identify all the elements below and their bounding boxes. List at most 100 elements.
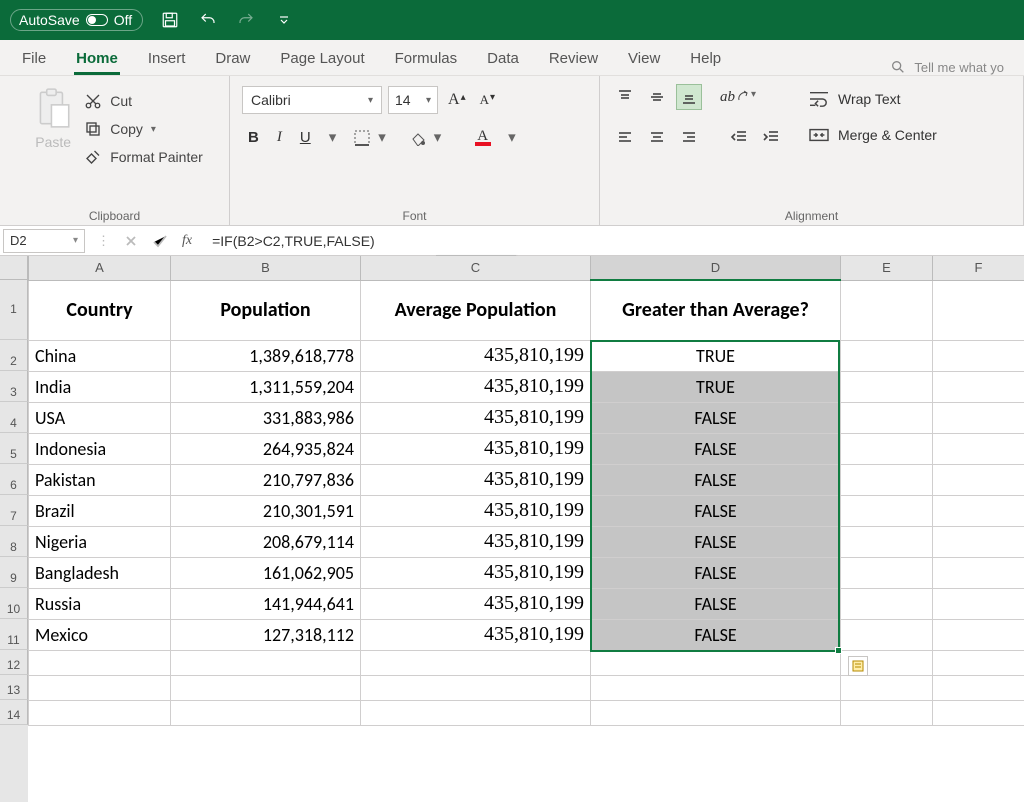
cell[interactable]: FALSE bbox=[591, 588, 841, 619]
cell[interactable] bbox=[841, 464, 933, 495]
increase-font-icon[interactable]: A▴ bbox=[444, 91, 470, 109]
tab-help[interactable]: Help bbox=[688, 42, 723, 75]
col-header[interactable]: B bbox=[171, 256, 361, 280]
cell[interactable] bbox=[933, 495, 1024, 526]
autofill-options-button[interactable] bbox=[848, 656, 868, 676]
cell[interactable]: 435,810,199 bbox=[361, 619, 591, 650]
cell[interactable]: 1,311,559,204 bbox=[171, 371, 361, 402]
row-header[interactable]: 13 bbox=[0, 675, 28, 700]
cell[interactable]: 435,810,199 bbox=[361, 464, 591, 495]
fx-icon[interactable]: fx bbox=[182, 233, 192, 249]
tab-page-layout[interactable]: Page Layout bbox=[278, 42, 366, 75]
select-all-corner[interactable] bbox=[0, 256, 28, 280]
cell[interactable] bbox=[933, 557, 1024, 588]
format-painter-button[interactable]: Format Painter bbox=[84, 148, 203, 166]
undo-icon[interactable] bbox=[197, 9, 219, 31]
bold-button[interactable]: B bbox=[242, 129, 265, 146]
cell[interactable]: 435,810,199 bbox=[361, 495, 591, 526]
cell[interactable] bbox=[933, 650, 1024, 675]
cell[interactable]: China bbox=[29, 340, 171, 371]
increase-indent-button[interactable] bbox=[758, 124, 784, 150]
cell[interactable] bbox=[841, 526, 933, 557]
row-header[interactable]: 11 bbox=[0, 619, 28, 650]
cell[interactable]: India bbox=[29, 371, 171, 402]
cell[interactable]: Nigeria bbox=[29, 526, 171, 557]
col-header[interactable]: F bbox=[933, 256, 1024, 280]
cell[interactable] bbox=[29, 675, 171, 700]
cell[interactable] bbox=[841, 675, 933, 700]
cell[interactable] bbox=[361, 650, 591, 675]
align-middle-button[interactable] bbox=[644, 84, 670, 110]
cell[interactable] bbox=[933, 371, 1024, 402]
wrap-text-button[interactable]: Wrap Text bbox=[808, 90, 937, 108]
cell[interactable]: 264,935,824 bbox=[171, 433, 361, 464]
cell[interactable] bbox=[361, 700, 591, 725]
cell[interactable]: 208,679,114 bbox=[171, 526, 361, 557]
font-name-combo[interactable]: Calibri▾ bbox=[242, 86, 382, 114]
name-box[interactable]: D2 ▾ bbox=[3, 229, 85, 253]
cell[interactable] bbox=[933, 526, 1024, 557]
orientation-button[interactable]: ab ▾ bbox=[720, 89, 756, 106]
col-header[interactable]: D bbox=[591, 256, 841, 280]
align-left-button[interactable] bbox=[612, 124, 638, 150]
tab-insert[interactable]: Insert bbox=[146, 42, 188, 75]
cell[interactable]: FALSE bbox=[591, 433, 841, 464]
cell[interactable]: 331,883,986 bbox=[171, 402, 361, 433]
enter-check-icon[interactable] bbox=[152, 234, 168, 248]
cell[interactable] bbox=[933, 675, 1024, 700]
cell[interactable] bbox=[841, 402, 933, 433]
cell[interactable] bbox=[841, 280, 933, 340]
row-header[interactable]: 14 bbox=[0, 700, 28, 725]
cell[interactable] bbox=[841, 371, 933, 402]
col-header[interactable]: A bbox=[29, 256, 171, 280]
font-size-combo[interactable]: 14▾ bbox=[388, 86, 438, 114]
tab-data[interactable]: Data bbox=[485, 42, 521, 75]
cell[interactable] bbox=[361, 675, 591, 700]
autosave-toggle[interactable]: AutoSave Off bbox=[10, 9, 143, 31]
align-bottom-button[interactable] bbox=[676, 84, 702, 110]
cell[interactable] bbox=[841, 588, 933, 619]
borders-button[interactable]: ▾ bbox=[348, 128, 398, 146]
tab-review[interactable]: Review bbox=[547, 42, 600, 75]
cell[interactable] bbox=[171, 650, 361, 675]
cell[interactable] bbox=[841, 700, 933, 725]
cell[interactable] bbox=[171, 675, 361, 700]
cell[interactable]: Brazil bbox=[29, 495, 171, 526]
row-header[interactable]: 3 bbox=[0, 371, 28, 402]
formula-input[interactable]: =IF(B2>C2,TRUE,FALSE) Formula Bar bbox=[204, 233, 1024, 249]
cell[interactable]: FALSE bbox=[591, 619, 841, 650]
cell[interactable]: 435,810,199 bbox=[361, 340, 591, 371]
copy-dropdown-icon[interactable]: ▾ bbox=[151, 124, 156, 135]
cell[interactable]: 435,810,199 bbox=[361, 371, 591, 402]
redo-icon[interactable] bbox=[235, 9, 257, 31]
cell[interactable]: TRUE bbox=[591, 371, 841, 402]
row-header[interactable]: 8 bbox=[0, 526, 28, 557]
cell[interactable] bbox=[841, 433, 933, 464]
font-color-button[interactable]: A ▾ bbox=[459, 128, 527, 146]
cell[interactable]: Russia bbox=[29, 588, 171, 619]
cell[interactable] bbox=[933, 464, 1024, 495]
cancel-icon[interactable] bbox=[124, 234, 138, 248]
italic-button[interactable]: I bbox=[271, 129, 288, 146]
tab-draw[interactable]: Draw bbox=[213, 42, 252, 75]
decrease-indent-button[interactable] bbox=[726, 124, 752, 150]
row-header[interactable]: 5 bbox=[0, 433, 28, 464]
cell[interactable]: Indonesia bbox=[29, 433, 171, 464]
col-header[interactable]: C bbox=[361, 256, 591, 280]
paste-button[interactable]: Paste bbox=[34, 86, 72, 150]
fill-color-button[interactable]: ▾ bbox=[404, 128, 454, 146]
cell[interactable] bbox=[591, 650, 841, 675]
row-header[interactable]: 10 bbox=[0, 588, 28, 619]
row-header[interactable]: 4 bbox=[0, 402, 28, 433]
row-header[interactable]: 2 bbox=[0, 340, 28, 371]
cell[interactable] bbox=[171, 700, 361, 725]
row-header[interactable]: 7 bbox=[0, 495, 28, 526]
tab-file[interactable]: File bbox=[20, 42, 48, 75]
cell[interactable]: FALSE bbox=[591, 464, 841, 495]
row-header[interactable]: 12 bbox=[0, 650, 28, 675]
cell[interactable]: FALSE bbox=[591, 402, 841, 433]
cell[interactable] bbox=[933, 619, 1024, 650]
cell[interactable]: 435,810,199 bbox=[361, 402, 591, 433]
cell[interactable]: 435,810,199 bbox=[361, 433, 591, 464]
cut-button[interactable]: Cut bbox=[84, 92, 203, 110]
